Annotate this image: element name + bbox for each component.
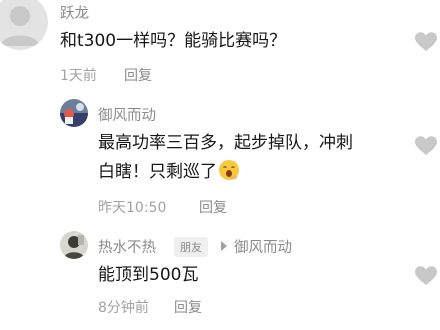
yawning-face-icon: [219, 160, 239, 180]
comment-author[interactable]: 御风而动: [98, 104, 156, 125]
reply-button[interactable]: 回复: [174, 297, 202, 317]
heart-icon[interactable]: [414, 31, 438, 53]
portrait-avatar-icon: [60, 231, 88, 259]
comment-author[interactable]: 热水不热: [98, 236, 156, 257]
avatar[interactable]: [0, 0, 48, 50]
comment-text-line-1: 最高功率三百多，起步掉队，冲刺: [98, 133, 353, 153]
comment-text-line-2: 白瞎！只剩巡了: [98, 158, 240, 186]
comment-text: 能顶到500瓦: [98, 265, 199, 285]
comment-time: 8分钟前: [98, 300, 149, 316]
friend-badge: 朋友: [174, 237, 208, 257]
heart-icon[interactable]: [414, 265, 438, 287]
avatar[interactable]: [60, 231, 88, 259]
heart-icon[interactable]: [414, 135, 438, 157]
reply-button[interactable]: 回复: [124, 65, 152, 85]
comment-text: 和t300一样吗？能骑比赛吗？: [60, 31, 287, 51]
comment-time: 1天前: [60, 68, 97, 84]
avatar[interactable]: [60, 99, 88, 127]
scenery-avatar-icon: [60, 99, 88, 127]
comment-time: 昨天10:50: [98, 200, 167, 216]
comment-author[interactable]: 跃龙: [60, 2, 89, 23]
default-avatar-icon: [0, 0, 48, 50]
reply-arrow-icon: [221, 241, 227, 251]
reply-button[interactable]: 回复: [199, 197, 227, 217]
reply-to-author[interactable]: 御风而动: [234, 236, 292, 257]
